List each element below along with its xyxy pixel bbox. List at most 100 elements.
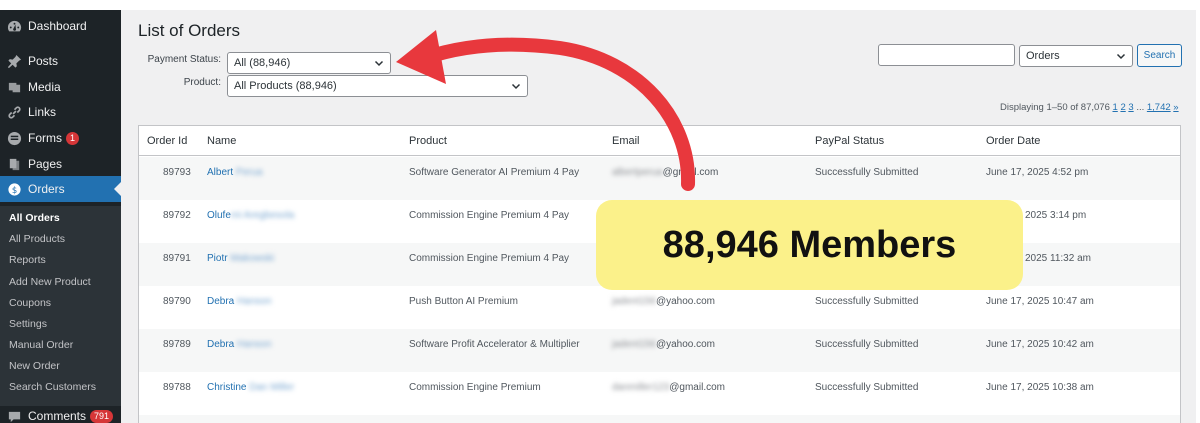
sidebar-item-label: Comments xyxy=(28,409,87,423)
submenu-new-order[interactable]: New Order xyxy=(9,360,60,372)
comments-icon xyxy=(0,409,28,423)
product-value: All Products (88,946) xyxy=(234,80,337,92)
media-icon xyxy=(0,80,28,95)
order-date: June 17, 2025 4:52 pm xyxy=(986,167,1089,178)
submenu-all-orders[interactable]: All Orders xyxy=(9,212,60,224)
page-link-last[interactable]: 1,742 xyxy=(1147,102,1171,113)
product-select[interactable]: All Products (88,946) xyxy=(227,75,528,97)
customer-name-link[interactable]: Christine Dan Miller xyxy=(207,382,294,393)
order-date: June 17, 2025 10:47 am xyxy=(986,296,1094,307)
product-name: Push Button AI Premium xyxy=(409,296,518,307)
sidebar-item-label: Pages xyxy=(28,157,63,171)
order-date: 2025 3:14 pm xyxy=(1025,210,1087,221)
sidebar-item-forms[interactable]: Forms 1 xyxy=(0,125,121,151)
first-name: Debra xyxy=(207,339,235,350)
payment-status-select[interactable]: All (88,946) xyxy=(227,52,391,74)
search-button[interactable]: Search xyxy=(1137,44,1182,67)
last-name-redacted: Dan Miller xyxy=(249,382,295,393)
sidebar-item-posts[interactable]: Posts xyxy=(0,48,121,74)
sidebar-item-orders[interactable]: $ Orders xyxy=(0,176,121,202)
page-link-2[interactable]: 2 xyxy=(1120,102,1125,113)
order-date: 2025 11:32 am xyxy=(1025,253,1091,264)
product-name: Software Generator AI Premium 4 Pay xyxy=(409,167,580,178)
customer-name-link[interactable]: Piotr Makowski xyxy=(207,253,274,264)
comments-count-badge: 791 xyxy=(90,409,114,423)
forms-icon xyxy=(0,131,28,146)
link-icon xyxy=(0,105,28,120)
search-scope-select[interactable]: Orders xyxy=(1019,45,1133,67)
pin-icon xyxy=(0,54,28,69)
email-domain: @gmail.com xyxy=(662,167,719,178)
email-user-redacted: jadent156 xyxy=(612,339,656,350)
pagination: Displaying 1–50 of 87,076 1 2 3 ... 1,74… xyxy=(1000,102,1179,113)
screenshot-frame: Dashboard Posts Media Links Forms 1 Page… xyxy=(0,0,1200,423)
column-header-order-id[interactable]: Order Id xyxy=(147,135,187,147)
orders-icon: $ xyxy=(0,182,28,197)
email-domain: @gmail.com xyxy=(669,382,725,393)
search-input[interactable] xyxy=(878,44,1015,66)
pagination-summary: Displaying 1–50 of 87,076 xyxy=(1000,102,1110,113)
order-id: 89792 xyxy=(163,210,191,221)
column-header-name[interactable]: Name xyxy=(207,135,236,147)
table-row: 89789 Debra Hanson Software Profit Accel… xyxy=(139,329,1180,372)
sidebar-item-label: Dashboard xyxy=(28,19,87,33)
page-link-3[interactable]: 3 xyxy=(1128,102,1133,113)
page-link-1[interactable]: 1 xyxy=(1113,102,1118,113)
product-label: Product: xyxy=(183,77,221,88)
customer-name-link[interactable]: Debra Hanson xyxy=(207,339,272,350)
customer-name-link[interactable]: Debra Hanson xyxy=(207,296,272,307)
submenu-manual-order[interactable]: Manual Order xyxy=(9,339,73,351)
sidebar-item-comments[interactable]: Comments 791 xyxy=(0,403,121,423)
last-name-redacted: Perua xyxy=(235,167,263,178)
sidebar-item-label: Orders xyxy=(28,182,65,196)
email-domain: @yahoo.com xyxy=(655,296,716,307)
email: jadent156@yahoo.com xyxy=(612,296,715,307)
sidebar-item-media[interactable]: Media xyxy=(0,74,121,100)
search-scope-value: Orders xyxy=(1026,50,1060,62)
column-header-paypal-status[interactable]: PayPal Status xyxy=(815,135,884,147)
table-row: 89790 Debra Hanson Push Button AI Premiu… xyxy=(139,286,1180,329)
email: jadent156@yahoo.com xyxy=(612,339,715,350)
column-header-order-date[interactable]: Order Date xyxy=(986,135,1040,147)
page-title: List of Orders xyxy=(138,21,241,40)
submenu-coupons[interactable]: Coupons xyxy=(9,297,51,309)
last-name-redacted: Hanson xyxy=(237,296,272,307)
email: danmiller123@gmail.com xyxy=(612,382,725,393)
first-name: Olufe xyxy=(207,210,231,221)
first-name: Piotr xyxy=(207,253,228,264)
order-id: 89788 xyxy=(163,382,191,393)
forms-count-badge: 1 xyxy=(66,131,80,145)
customer-name-link[interactable]: Olufemi Aregbesola xyxy=(207,210,294,221)
payment-status-label: Payment Status: xyxy=(147,54,221,65)
chevron-down-icon xyxy=(1116,51,1126,61)
sidebar-item-label: Forms xyxy=(28,131,62,145)
svg-text:$: $ xyxy=(11,184,16,194)
submenu-add-new-product[interactable]: Add New Product xyxy=(9,276,91,288)
pagination-ellipsis: ... xyxy=(1136,102,1145,113)
column-header-product[interactable]: Product xyxy=(409,135,447,147)
admin-sidebar: Dashboard Posts Media Links Forms 1 Page… xyxy=(0,10,121,423)
order-date: June 17, 2025 10:42 am xyxy=(986,339,1094,350)
customer-name-link[interactable]: Albert Perua xyxy=(207,167,263,178)
sidebar-item-pages[interactable]: Pages xyxy=(0,151,121,177)
submenu-all-products[interactable]: All Products xyxy=(9,233,65,245)
submenu-search-customers[interactable]: Search Customers xyxy=(9,381,96,393)
orders-submenu: All Orders All Products Reports Add New … xyxy=(0,206,121,406)
email-user-redacted: jadent156 xyxy=(612,296,656,307)
members-callout: 88,946 Members xyxy=(596,200,1023,290)
product-name: Software Profit Accelerator & Multiplier xyxy=(409,339,580,350)
table-row: 89793 Albert Perua Software Generator AI… xyxy=(139,157,1180,200)
table-row-partial xyxy=(139,415,1180,423)
pages-icon xyxy=(0,157,28,172)
column-header-email[interactable]: Email xyxy=(612,135,640,147)
sidebar-item-links[interactable]: Links xyxy=(0,99,121,125)
paypal-status: Successfully Submitted xyxy=(815,167,919,178)
submenu-reports[interactable]: Reports xyxy=(9,254,46,266)
submenu-settings[interactable]: Settings xyxy=(9,318,47,330)
page-link-next[interactable]: » xyxy=(1173,102,1178,113)
last-name-redacted: Makowski xyxy=(230,253,275,264)
sidebar-item-dashboard[interactable]: Dashboard xyxy=(0,13,121,39)
payment-status-value: All (88,946) xyxy=(234,57,291,69)
table-header: Order Id Name Product Email PayPal Statu… xyxy=(139,126,1180,156)
chevron-down-icon xyxy=(511,81,521,91)
